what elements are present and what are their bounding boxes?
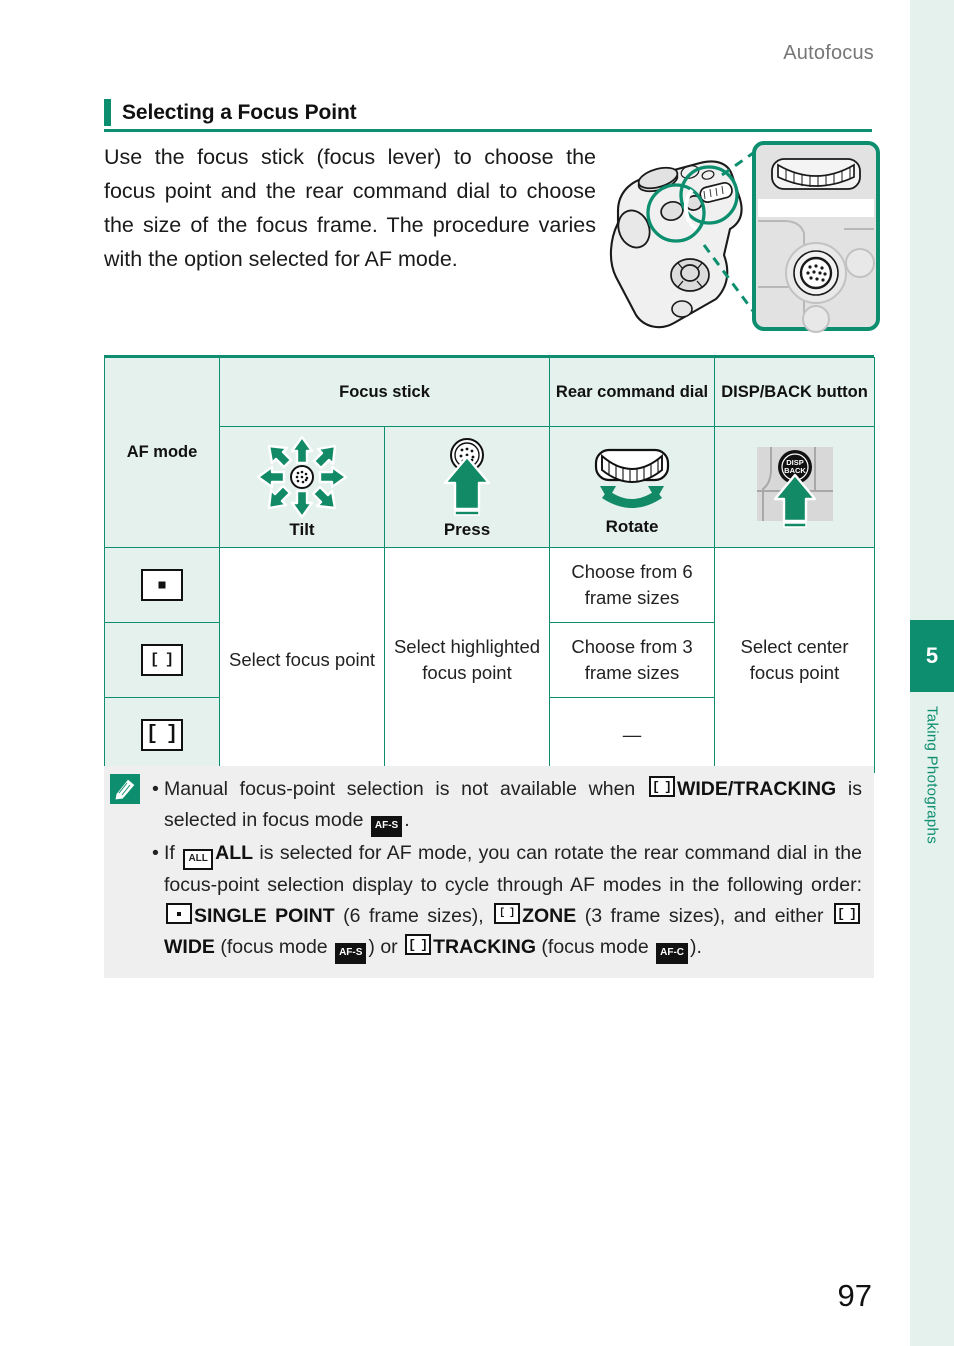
tracking-box-icon: [] bbox=[405, 934, 432, 955]
note-b2-bold-4: WIDE bbox=[164, 936, 215, 958]
section-accent-bar bbox=[104, 99, 111, 126]
chapter-title-vertical: Taking Photographs bbox=[910, 700, 954, 960]
header-disp-back-button: DISP/BACK button bbox=[714, 357, 876, 427]
page-number: 97 bbox=[837, 1278, 872, 1313]
disp-back-button-icon: DISP BACK bbox=[756, 446, 833, 528]
note-b1-bold-1: WIDE/TRACKING bbox=[676, 778, 837, 800]
header-rear-command-dial-label: Rear command dial bbox=[555, 382, 709, 401]
zone-icon: [] bbox=[141, 644, 183, 676]
svg-text:BACK: BACK bbox=[784, 466, 806, 475]
cell-dial-wide-tracking: — bbox=[549, 697, 716, 773]
caption-tilt: Tilt bbox=[289, 519, 315, 539]
all-icon: ALL bbox=[183, 849, 214, 870]
zone-box-icon: [] bbox=[494, 903, 521, 924]
single-point-box-icon bbox=[166, 903, 192, 924]
wide-tracking-icon: [] bbox=[141, 719, 183, 751]
note-b2-bold-3: ZONE bbox=[522, 905, 577, 927]
wide-box-icon: [] bbox=[833, 903, 860, 924]
note-b2-part-3: is selected for AF mode, you can rotate … bbox=[164, 842, 862, 896]
note-bullet-1: Manual focus-point selection is not avai… bbox=[116, 774, 862, 837]
header-focus-stick-label: Focus stick bbox=[339, 382, 430, 401]
note-b2-bold-2: SINGLE POINT bbox=[194, 905, 335, 927]
intro-paragraph: Use the focus stick (focus lever) to cho… bbox=[104, 145, 596, 271]
note-b2-part-1: If bbox=[164, 842, 182, 864]
section-heading: Selecting a Focus Point bbox=[104, 96, 872, 132]
af-mode-controls-table: AF mode Focus stick Rear command dial DI… bbox=[104, 357, 876, 773]
caption-press: Press bbox=[443, 519, 491, 539]
af-s-icon-2: AF-S bbox=[335, 943, 367, 964]
af-mode-wide-tracking-cell: [] bbox=[104, 697, 220, 773]
press-icon bbox=[443, 437, 491, 516]
header-af-mode-label: AF mode bbox=[126, 443, 198, 461]
caption-rotate: Rotate bbox=[605, 516, 659, 536]
chapter-number-tab: 5 bbox=[910, 620, 954, 692]
press-description-text: Select highlighted focus point bbox=[393, 636, 541, 683]
note-bullet-2: If ALLALL is selected for AF mode, you c… bbox=[116, 838, 862, 964]
note-b2-part-7: (3 frame sizes), and either bbox=[576, 905, 832, 927]
camera-illustration-svg bbox=[609, 141, 880, 333]
note-box: Manual focus-point selection is not avai… bbox=[104, 766, 874, 978]
note-bullet-list: Manual focus-point selection is not avai… bbox=[116, 774, 862, 964]
header-rear-command-dial: Rear command dial bbox=[549, 357, 716, 427]
table-header-row-1: AF mode Focus stick Rear command dial DI… bbox=[104, 357, 876, 548]
tilt-description-text: Select focus point bbox=[228, 649, 376, 670]
af-mode-zone-cell: [] bbox=[104, 622, 220, 698]
chapter-title-text: Taking Photographs bbox=[923, 706, 941, 844]
af-c-icon: AF-C bbox=[656, 943, 689, 964]
rotate-icon bbox=[594, 448, 670, 508]
running-head: Autofocus bbox=[783, 42, 874, 64]
dial-zone-text: Choose from 3 frame sizes bbox=[571, 636, 693, 683]
note-b2-part-13: (focus mode bbox=[536, 936, 655, 958]
wide-tracking-box-icon: [] bbox=[648, 776, 675, 797]
note-b2-part-11: ) or bbox=[368, 936, 404, 958]
note-b1-part-1: Manual focus-point selection is not avai… bbox=[164, 778, 647, 800]
cell-action-disp-back: DISP BACK bbox=[714, 426, 876, 548]
cell-disp-back-description: Select center focus point bbox=[714, 547, 876, 773]
header-af-mode: AF mode bbox=[104, 357, 220, 548]
cell-action-rotate: Rotate bbox=[549, 426, 716, 548]
table-row: Select focus point Select highlighted fo… bbox=[104, 547, 876, 773]
note-b1-part-5: . bbox=[404, 809, 410, 831]
note-b2-bold-5: TRACKING bbox=[433, 936, 536, 958]
cell-dial-single-point: Choose from 6 frame sizes bbox=[549, 547, 716, 623]
note-b2-part-15: ). bbox=[690, 936, 702, 958]
note-b2-part-9: (focus mode bbox=[214, 936, 334, 958]
cell-action-tilt: Tilt bbox=[219, 426, 385, 548]
camera-illustration bbox=[604, 137, 882, 333]
cell-dial-zone: Choose from 3 frame sizes bbox=[549, 622, 716, 698]
chapter-number: 5 bbox=[925, 643, 939, 668]
tilt-icon bbox=[256, 435, 348, 518]
page-title: Selecting a Focus Point bbox=[122, 100, 357, 124]
cell-tilt-description: Select focus point bbox=[219, 547, 385, 773]
table-header-row-2: Tilt Press Rotate DISP BACK bbox=[105, 426, 876, 548]
header-disp-back-button-label: DISP/BACK button bbox=[721, 382, 868, 401]
cell-action-press: Press bbox=[383, 426, 551, 548]
cell-press-description: Select highlighted focus point bbox=[383, 547, 551, 773]
single-point-icon bbox=[141, 569, 183, 601]
note-b2-bold-1: ALL bbox=[215, 842, 254, 864]
dial-wide-tracking-text: — bbox=[622, 724, 642, 745]
af-mode-single-point-cell bbox=[104, 547, 220, 623]
disp-back-description-text: Select center focus point bbox=[740, 636, 849, 683]
header-focus-stick: Focus stick bbox=[218, 357, 551, 427]
note-b2-part-5: (6 frame sizes), bbox=[334, 905, 493, 927]
dial-single-point-text: Choose from 6 frame sizes bbox=[571, 561, 693, 608]
af-s-icon: AF-S bbox=[370, 816, 403, 837]
